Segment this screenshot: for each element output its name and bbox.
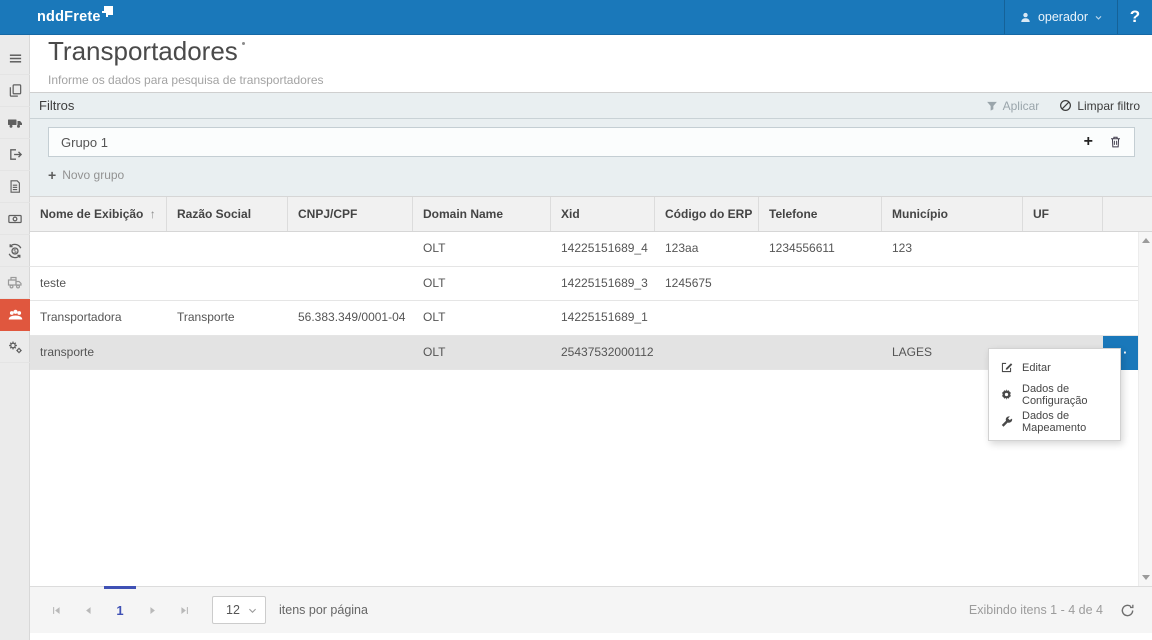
sidebar-item-copy[interactable] [0, 75, 30, 107]
page-size-dropdown[interactable]: 12 [212, 596, 266, 624]
currency-exchange-icon: $ [7, 243, 23, 259]
refresh-button[interactable] [1120, 603, 1135, 618]
filters-panel: Filtros Aplicar Limpar filtro Grupo 1 + … [30, 92, 1152, 196]
page-header: Transportadores Informe os dados para pe… [48, 36, 324, 87]
document-icon [8, 179, 22, 194]
prev-page-icon [83, 605, 94, 616]
sidebar-item-export[interactable] [0, 139, 30, 171]
sidebar-item-currency-exchange[interactable]: $ [0, 235, 30, 267]
column-header-domain[interactable]: Domain Name [413, 197, 551, 231]
banknote-icon [7, 212, 23, 226]
column-header-erp[interactable]: Código do ERP [655, 197, 759, 231]
items-per-page-label: itens por página [279, 603, 368, 617]
filter-group-name: Grupo 1 [61, 135, 108, 150]
table-row[interactable]: teste OLT 14225151689_3 1245675 [30, 267, 1138, 302]
edit-icon [1000, 361, 1013, 374]
page-number[interactable]: 1 [104, 603, 136, 618]
context-menu-item-dados-mapeamento[interactable]: Dados de Mapeamento [989, 408, 1120, 435]
scroll-down-icon[interactable] [1142, 575, 1150, 580]
users-icon [7, 307, 24, 323]
first-page-icon [51, 605, 62, 616]
context-menu-item-dados-configuracao[interactable]: Dados de Configuração [989, 381, 1120, 408]
sidebar: $ [0, 35, 30, 640]
column-header-cnpj[interactable]: CNPJ/CPF [288, 197, 413, 231]
next-page-button[interactable] [136, 605, 168, 616]
chevron-down-icon [247, 605, 258, 616]
export-icon [8, 147, 23, 162]
column-header-razao[interactable]: Razão Social [167, 197, 288, 231]
pager-summary: Exibindo itens 1 - 4 de 4 [969, 603, 1103, 617]
topbar: nddFrete operador ? [0, 0, 1152, 35]
chevron-down-icon [1094, 13, 1103, 22]
filter-group-header[interactable]: Grupo 1 + [48, 127, 1135, 157]
brand-logo: nddFrete [37, 9, 113, 25]
delete-group-button[interactable] [1109, 135, 1122, 149]
sidebar-item-menu[interactable] [0, 43, 30, 75]
menu-icon [8, 51, 23, 66]
help-button[interactable]: ? [1117, 0, 1152, 34]
table-row-selected[interactable]: transporte OLT 25437532000112 LAGES ··· [30, 336, 1138, 371]
column-header-telefone[interactable]: Telefone [759, 197, 882, 231]
sidebar-item-delivery-truck[interactable] [0, 267, 30, 299]
apply-filter-button[interactable]: Aplicar [986, 99, 1040, 113]
sidebar-item-document[interactable] [0, 171, 30, 203]
row-context-menu: Editar Dados de Configuração Dados de Ma… [988, 348, 1121, 441]
next-page-icon [147, 605, 158, 616]
user-icon [1019, 11, 1032, 24]
current-page-indicator [104, 586, 136, 589]
sidebar-item-truck[interactable] [0, 107, 30, 139]
plus-icon: + [48, 167, 56, 183]
trash-icon [1109, 135, 1122, 149]
context-menu-item-editar[interactable]: Editar [989, 354, 1120, 381]
column-header-municipio[interactable]: Município [882, 197, 1023, 231]
cancel-circle-icon [1059, 99, 1072, 112]
refresh-icon [1120, 603, 1135, 618]
delivery-truck-icon [7, 275, 23, 291]
svg-text:$: $ [13, 248, 17, 255]
scroll-up-icon[interactable] [1142, 238, 1150, 243]
sidebar-item-transportadores[interactable] [0, 299, 30, 331]
first-page-button[interactable] [40, 605, 72, 616]
grid-header-row: Nome de Exibição ↑ Razão Social CNPJ/CPF… [30, 196, 1152, 232]
filters-title: Filtros [39, 98, 74, 113]
gear-icon [1000, 388, 1013, 401]
column-header-actions [1103, 197, 1138, 231]
user-menu-label: operador [1038, 10, 1088, 24]
column-header-xid[interactable]: Xid [551, 197, 655, 231]
column-header-nome[interactable]: Nome de Exibição ↑ [30, 197, 167, 231]
pagination-bar: 1 12 itens por página Exibindo itens 1 -… [30, 586, 1152, 633]
copy-icon [8, 83, 23, 98]
table-row[interactable]: Transportadora Transporte 56.383.349/000… [30, 301, 1138, 336]
prev-page-button[interactable] [72, 605, 104, 616]
sidebar-item-banknote[interactable] [0, 203, 30, 235]
wrench-icon [1000, 415, 1013, 428]
new-group-button[interactable]: + Novo grupo [48, 167, 124, 183]
page-title: Transportadores [48, 36, 238, 67]
add-filter-button[interactable]: + [1084, 134, 1093, 150]
user-menu[interactable]: operador [1004, 0, 1117, 34]
last-page-icon [179, 605, 190, 616]
sort-asc-icon: ↑ [150, 207, 156, 221]
grid-scrollbar[interactable] [1138, 232, 1152, 586]
table-row[interactable]: OLT 14225151689_4 123aa 1234556611 123 [30, 232, 1138, 267]
clear-filter-button[interactable]: Limpar filtro [1059, 99, 1140, 113]
page-subtitle: Informe os dados para pesquisa de transp… [48, 73, 324, 87]
gears-icon [7, 339, 23, 355]
last-page-button[interactable] [168, 605, 200, 616]
column-header-uf[interactable]: UF [1023, 197, 1103, 231]
sidebar-item-settings[interactable] [0, 331, 30, 363]
funnel-icon [986, 100, 998, 112]
title-mark [242, 42, 245, 45]
brand-logo-icon [104, 6, 113, 15]
carriers-grid: Nome de Exibição ↑ Razão Social CNPJ/CPF… [30, 196, 1152, 370]
truck-icon [7, 115, 23, 131]
